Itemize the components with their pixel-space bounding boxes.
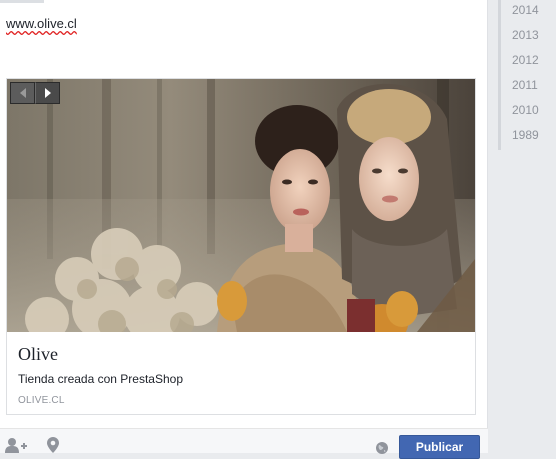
globe-icon[interactable] xyxy=(376,441,388,459)
timeline-year-2010[interactable]: 2010 xyxy=(498,100,556,125)
link-preview-title[interactable]: Olive xyxy=(18,343,464,365)
link-preview-description[interactable]: Tienda creada con PrestaShop xyxy=(18,371,464,387)
status-text-input[interactable]: www.olive.cl xyxy=(6,16,77,31)
link-preview-card[interactable]: Olive Tienda creada con PrestaShop OLIVE… xyxy=(6,78,476,415)
timeline-year-2013[interactable]: 2013 xyxy=(498,25,556,50)
tag-people-icon[interactable] xyxy=(5,437,27,458)
link-preview-image xyxy=(7,79,475,332)
post-composer: www.olive.cl Olive Tienda creada con Pre… xyxy=(0,0,488,459)
timeline-year-2014[interactable]: 2014 xyxy=(498,0,556,25)
link-preview-domain: OLIVE.CL xyxy=(18,395,65,406)
previous-image-button[interactable] xyxy=(10,82,35,104)
composer-top-tab xyxy=(0,0,44,3)
publish-button[interactable]: Publicar xyxy=(399,435,480,459)
location-pin-icon[interactable] xyxy=(47,437,59,458)
chevron-right-icon xyxy=(44,88,51,98)
link-preview-details: Olive Tienda creada con PrestaShop OLIVE… xyxy=(7,332,475,414)
chevron-left-icon xyxy=(19,88,26,98)
image-carousel-controls xyxy=(10,82,60,104)
composer-toolbar: Publicar xyxy=(0,428,488,459)
timeline-year-list: 2014 2013 2012 2011 2010 1989 xyxy=(498,0,556,150)
timeline-year-1989[interactable]: 1989 xyxy=(498,125,556,150)
timeline-year-2011[interactable]: 2011 xyxy=(498,75,556,100)
timeline-year-2012[interactable]: 2012 xyxy=(498,50,556,75)
next-image-button[interactable] xyxy=(35,82,60,104)
